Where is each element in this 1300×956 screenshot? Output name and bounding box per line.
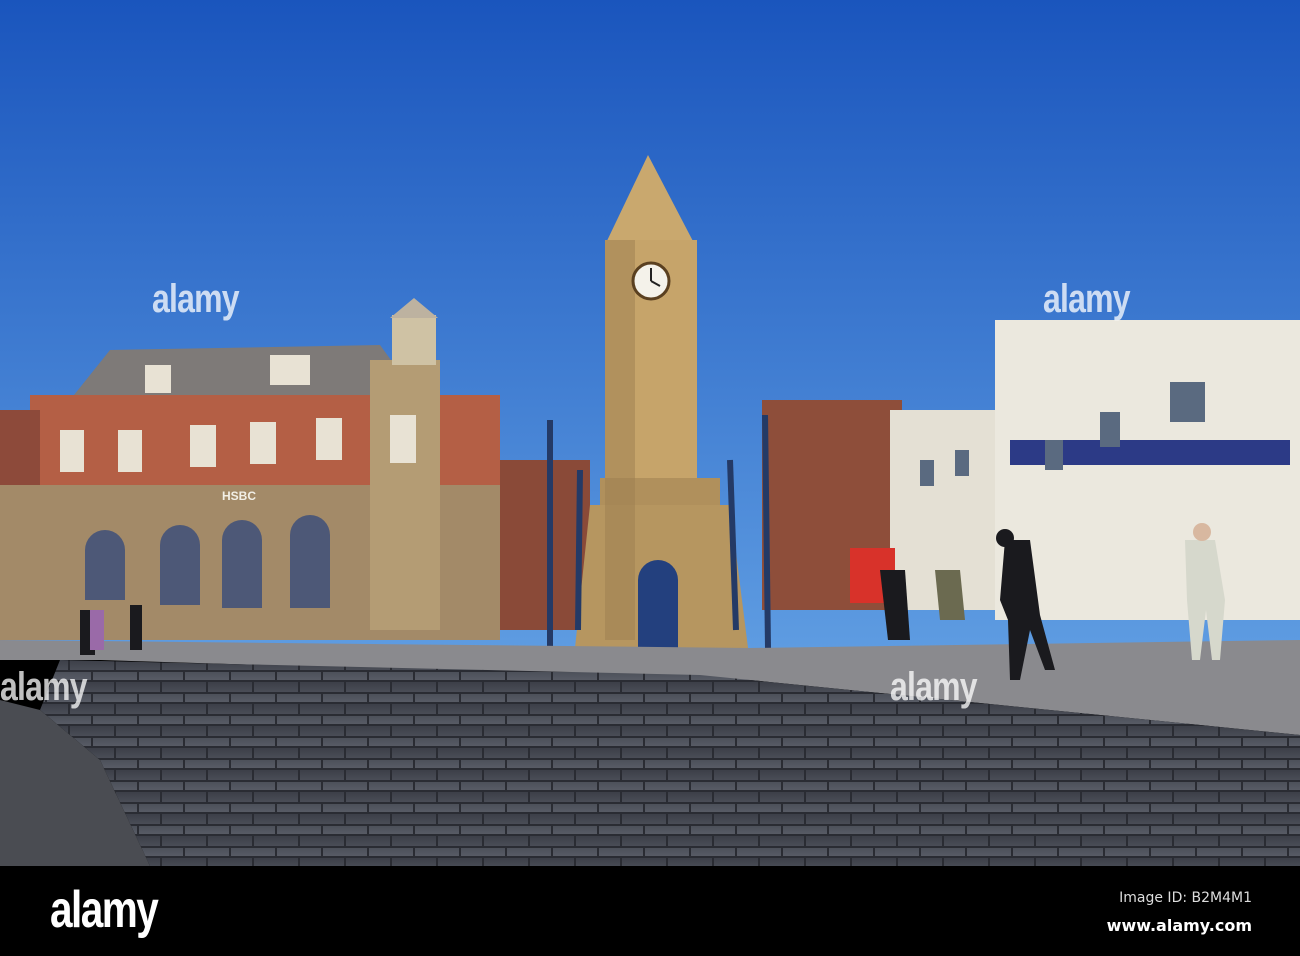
tower-door [638,560,678,648]
alamy-logo: alamy [50,881,159,939]
watermark: alamy [0,665,88,709]
photo-scene: HSBC [0,0,1300,866]
shop-sign: HSBC [222,489,256,503]
footer-bar: alamy Image ID: B2M4M1 www.alamy.com [0,866,1300,956]
watermark: alamy [890,665,978,709]
watermark: alamy [152,277,240,321]
website-link: www.alamy.com [1106,916,1252,935]
photo: HSBC alamy alamy alamy alamy alamy Image… [0,0,1300,956]
image-id: Image ID: B2M4M1 [1119,890,1252,906]
watermark: alamy [1043,277,1131,321]
